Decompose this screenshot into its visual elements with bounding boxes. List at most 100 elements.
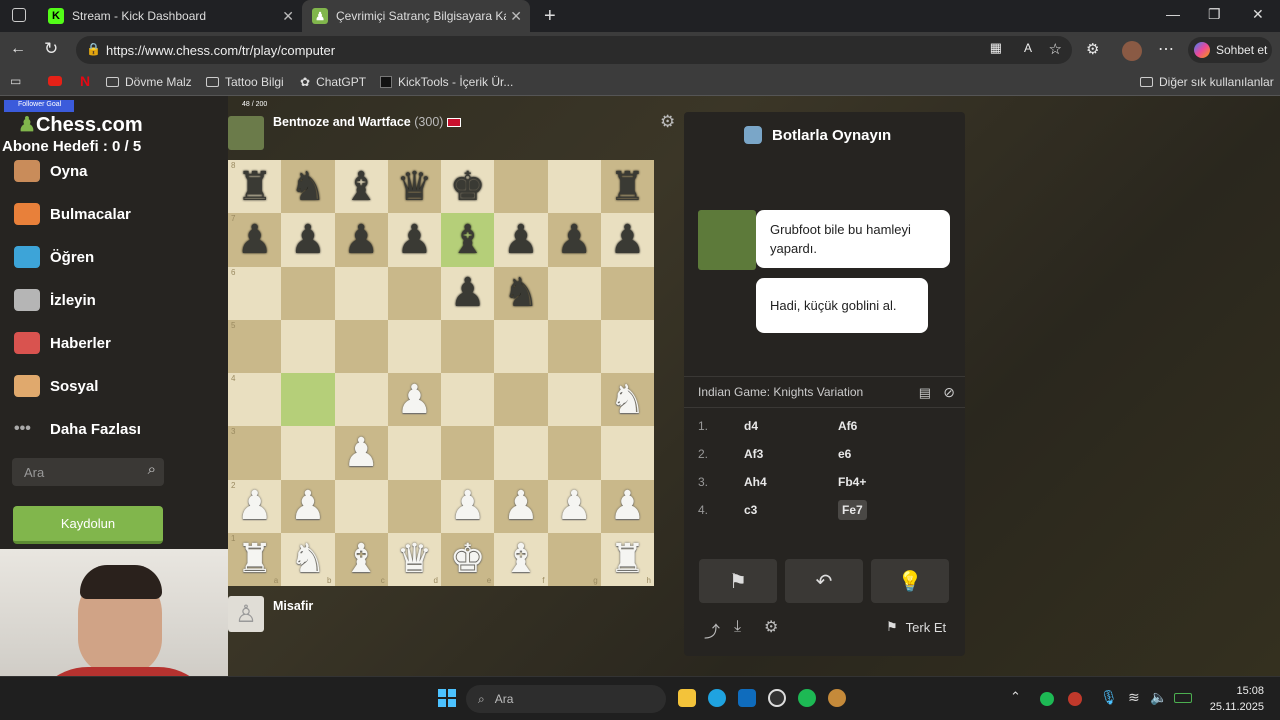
white-bishop-icon[interactable]: ♝ xyxy=(503,539,539,579)
black-pawn-icon[interactable]: ♟ xyxy=(450,273,486,313)
chess-board[interactable]: ♜ 8 ♞ ♝ ♛ ♚ ♜ ♟ 7 ♟ ♟ ♟ ♝ ♟ ♟ ♟ 6 ♟ ♞ 5 4 ♟ ♞ 3 ♟ ♟ 2 ♟ ♟ ♟ ♟ ♟ ♜ 1 a ♞ b ♝ c ♛… xyxy=(228,160,654,586)
black-knight-icon[interactable]: ♞ xyxy=(290,167,326,207)
square-e8[interactable]: ♚ xyxy=(441,160,495,214)
sidebar-item-play[interactable]: Oyna xyxy=(14,160,88,182)
square-b4[interactable] xyxy=(281,373,335,427)
white-pawn-icon[interactable]: ♟ xyxy=(450,486,486,526)
square-c8[interactable]: ♝ xyxy=(334,160,388,214)
black-king-icon[interactable]: ♚ xyxy=(450,167,486,207)
white-pawn-icon[interactable]: ♟ xyxy=(609,486,645,526)
settings-icon[interactable]: ⚙ xyxy=(764,617,778,637)
square-g6[interactable] xyxy=(547,266,601,320)
square-g4[interactable] xyxy=(547,373,601,427)
black-rook-icon[interactable]: ♜ xyxy=(609,167,645,207)
square-a6[interactable]: 6 xyxy=(228,266,282,320)
square-d2[interactable] xyxy=(387,479,441,533)
black-bishop-icon[interactable]: ♝ xyxy=(450,220,486,260)
white-pawn-icon[interactable]: ♟ xyxy=(237,486,273,526)
square-a7[interactable]: ♟ 7 xyxy=(228,213,282,267)
app-icon[interactable]: ▦ xyxy=(990,40,1002,56)
other-bookmarks[interactable]: Diğer sık kullanılanlar xyxy=(1140,75,1274,89)
black-queen-icon[interactable]: ♛ xyxy=(396,167,432,207)
move-black-current[interactable]: Fe7 xyxy=(838,500,867,520)
square-h5[interactable] xyxy=(600,319,654,373)
sidebar-item-more[interactable]: ••• Daha Fazlası xyxy=(14,418,141,440)
square-a5[interactable]: 5 xyxy=(228,319,282,373)
minimize-icon[interactable]: — xyxy=(1166,6,1180,22)
square-b6[interactable] xyxy=(281,266,335,320)
menu-icon[interactable]: ⋯ xyxy=(1158,39,1174,59)
bookmark-folder[interactable]: Dövme Malz xyxy=(106,75,192,89)
white-pawn-icon[interactable]: ♟ xyxy=(503,486,539,526)
white-rook-icon[interactable]: ♜ xyxy=(609,539,645,579)
square-e6[interactable]: ♟ xyxy=(441,266,495,320)
square-g7[interactable]: ♟ xyxy=(547,213,601,267)
clock[interactable]: 15:08 25.11.2025 xyxy=(1200,683,1264,715)
white-knight-icon[interactable]: ♞ xyxy=(290,539,326,579)
square-e5[interactable] xyxy=(441,319,495,373)
square-h2[interactable]: ♟ xyxy=(600,479,654,533)
bookmark-link[interactable]: ✿ ChatGPT xyxy=(300,75,366,89)
square-a2[interactable]: ♟ 2 xyxy=(228,479,282,533)
battery-icon[interactable] xyxy=(1174,693,1192,703)
close-window-icon[interactable]: ✕ xyxy=(1252,6,1264,23)
reload-icon[interactable]: ↻ xyxy=(44,39,58,59)
bookmark-link[interactable]: KickTools - İçerik Ür... xyxy=(380,75,513,89)
square-h6[interactable] xyxy=(600,266,654,320)
square-a3[interactable]: 3 xyxy=(228,426,282,480)
file-explorer-icon[interactable] xyxy=(678,689,696,707)
square-f1[interactable]: ♝ f xyxy=(494,532,548,586)
square-h7[interactable]: ♟ xyxy=(600,213,654,267)
square-d1[interactable]: ♛ d xyxy=(387,532,441,586)
close-tab-icon[interactable]: ✕ xyxy=(282,8,294,25)
microphone-icon[interactable]: 🎙 xyxy=(1100,689,1118,706)
square-c5[interactable] xyxy=(334,319,388,373)
square-b8[interactable]: ♞ xyxy=(281,160,335,214)
square-b7[interactable]: ♟ xyxy=(281,213,335,267)
sidebar-item-watch[interactable]: İzleyin xyxy=(14,289,96,311)
square-g8[interactable] xyxy=(547,160,601,214)
white-pawn-icon[interactable]: ♟ xyxy=(396,380,432,420)
white-bishop-icon[interactable]: ♝ xyxy=(343,539,379,579)
white-pawn-icon[interactable]: ♟ xyxy=(290,486,326,526)
white-pawn-icon[interactable]: ♟ xyxy=(556,486,592,526)
opponent-avatar[interactable] xyxy=(228,116,264,150)
obs-tray-icon[interactable] xyxy=(1068,692,1082,706)
square-g5[interactable] xyxy=(547,319,601,373)
square-f3[interactable] xyxy=(494,426,548,480)
square-c3[interactable]: ♟ xyxy=(334,426,388,480)
black-pawn-icon[interactable]: ♟ xyxy=(343,220,379,260)
maximize-icon[interactable]: ❐ xyxy=(1208,6,1221,23)
url-field[interactable]: 🔒 https://www.chess.com/tr/play/computer… xyxy=(76,36,1072,64)
search-icon[interactable]: ⌕ xyxy=(148,461,156,478)
black-pawn-icon[interactable]: ♟ xyxy=(503,220,539,260)
square-f5[interactable] xyxy=(494,319,548,373)
sidebar-item-news[interactable]: Haberler xyxy=(14,332,111,354)
extensions-icon[interactable]: ⚙ xyxy=(1086,40,1099,58)
obs-icon[interactable] xyxy=(768,689,786,707)
square-g3[interactable] xyxy=(547,426,601,480)
wifi-icon[interactable]: ≋ xyxy=(1128,689,1140,706)
square-b3[interactable] xyxy=(281,426,335,480)
app-icon[interactable] xyxy=(828,689,846,707)
square-g1[interactable]: g xyxy=(547,532,601,586)
square-f2[interactable]: ♟ xyxy=(494,479,548,533)
square-e7[interactable]: ♝ xyxy=(441,213,495,267)
square-e1[interactable]: ♚ e xyxy=(441,532,495,586)
bookmark-pin-icon[interactable]: ▭ xyxy=(10,74,21,88)
player-avatar[interactable]: ♙ xyxy=(228,596,264,632)
square-h4[interactable]: ♞ xyxy=(600,373,654,427)
new-tab-icon[interactable]: + xyxy=(544,5,556,28)
bookmark-folder[interactable]: Tattoo Bilgi xyxy=(206,75,284,89)
black-pawn-icon[interactable]: ♟ xyxy=(609,220,645,260)
move-black[interactable]: e6 xyxy=(838,447,851,461)
spotify-tray-icon[interactable] xyxy=(1040,692,1054,706)
white-pawn-icon[interactable]: ♟ xyxy=(343,433,379,473)
square-b2[interactable]: ♟ xyxy=(281,479,335,533)
move-white[interactable]: c3 xyxy=(744,503,838,517)
square-d7[interactable]: ♟ xyxy=(387,213,441,267)
square-e2[interactable]: ♟ xyxy=(441,479,495,533)
explorer-icon[interactable]: ⊘ xyxy=(943,384,955,401)
square-f6[interactable]: ♞ xyxy=(494,266,548,320)
black-pawn-icon[interactable]: ♟ xyxy=(237,220,273,260)
